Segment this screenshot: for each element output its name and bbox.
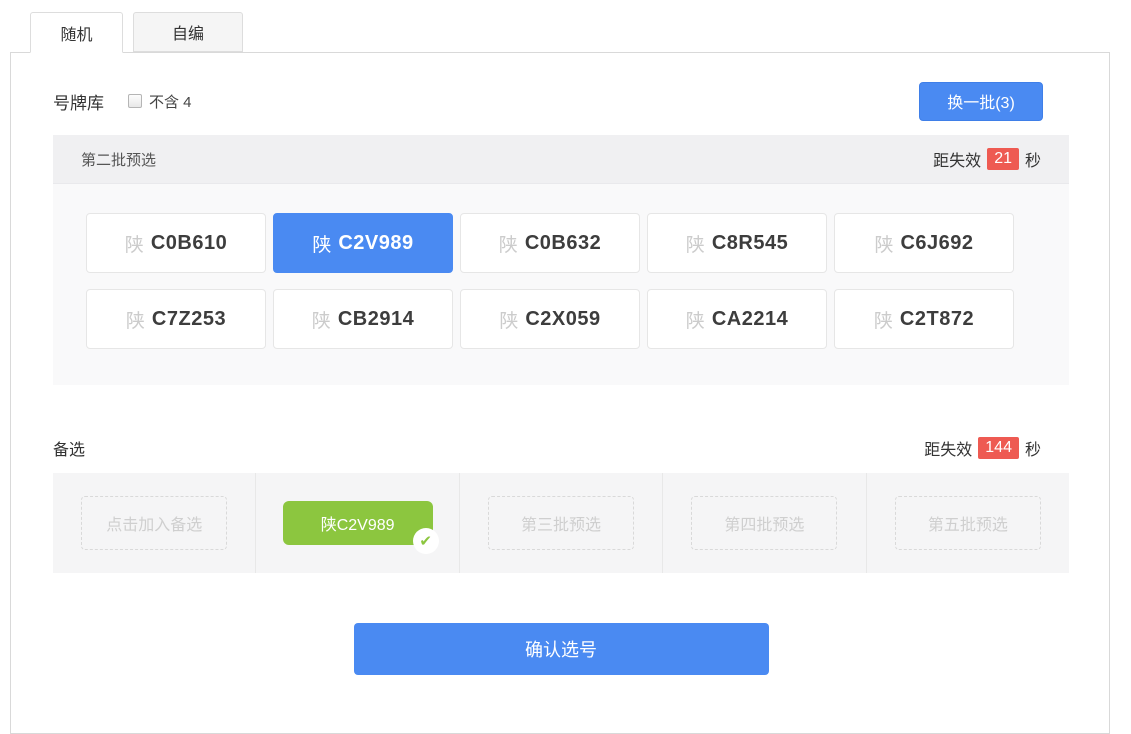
plate-province: 陕 <box>125 230 144 257</box>
plate-province: 陕 <box>874 230 893 257</box>
plate-province: 陕 <box>499 230 518 257</box>
main-panel: 号牌库 不含 4 换一批(3) 第二批预选 距失效 21 秒 <box>10 52 1110 734</box>
confirm-selection-button[interactable]: 确认选号 <box>354 623 769 675</box>
backup-slot-label: 第五批预选 <box>928 517 1008 534</box>
plate-number: C2T872 <box>900 308 974 331</box>
backup-slot: 第五批预选 <box>866 473 1069 573</box>
backup-slot-button[interactable]: 第三批预选 <box>488 496 634 550</box>
plate-card[interactable]: 陕 C0B610 <box>86 213 266 273</box>
batch-section: 第二批预选 距失效 21 秒 陕 C0B610 陕 C2V989 <box>53 135 1069 385</box>
exclude-4-checkbox[interactable] <box>128 94 142 108</box>
backup-slot-label: 陕C2V989 <box>321 511 395 535</box>
plate-province: 陕 <box>686 230 705 257</box>
plate-number: C2V989 <box>338 232 413 255</box>
plate-number: C2X059 <box>525 308 600 331</box>
toolbar: 号牌库 不含 4 换一批(3) <box>53 81 1069 121</box>
plate-province: 陕 <box>312 230 331 257</box>
backup-slot: 第四批预选 <box>662 473 865 573</box>
plate-province: 陕 <box>499 306 518 333</box>
plate-number: C0B632 <box>525 232 601 255</box>
plate-selection-page: 随机 自编 号牌库 不含 4 换一批(3) 第二批预选 距失效 21 秒 <box>0 0 1131 734</box>
plate-card[interactable]: 陕 C2V989 <box>273 213 453 273</box>
batch-header: 第二批预选 距失效 21 秒 <box>53 135 1069 184</box>
tab-bar: 随机 自编 <box>0 0 1131 52</box>
plate-grid: 陕 C0B610 陕 C2V989 陕 C0B632 陕 <box>53 184 1069 385</box>
tab-custom[interactable]: 自编 <box>133 12 243 52</box>
exclude-4-label: 不含 4 <box>149 91 192 112</box>
backup-slot-label: 点击加入备选 <box>106 517 202 534</box>
refresh-batch-button[interactable]: 换一批(3) <box>919 82 1043 121</box>
plate-province: 陕 <box>874 306 893 333</box>
plate-card[interactable]: 陕 CA2214 <box>647 289 827 349</box>
plate-card[interactable]: 陕 C6J692 <box>834 213 1014 273</box>
plate-number: CB2914 <box>338 308 414 331</box>
plate-number: C6J692 <box>900 232 973 255</box>
backup-slot: 第三批预选 <box>459 473 662 573</box>
plate-province: 陕 <box>126 306 145 333</box>
batch-title: 第二批预选 <box>81 149 156 170</box>
batch-expiry: 距失效 21 秒 <box>933 147 1041 171</box>
backup-slot-button[interactable]: 陕C2V989 ✔ <box>283 501 433 545</box>
check-icon: ✔ <box>413 528 439 554</box>
plate-number: C7Z253 <box>152 308 226 331</box>
plate-number: C8R545 <box>712 232 788 255</box>
plate-number: C0B610 <box>151 232 227 255</box>
plate-province: 陕 <box>312 306 331 333</box>
tab-random[interactable]: 随机 <box>30 12 123 53</box>
backup-slot-button[interactable]: 第五批预选 <box>895 496 1041 550</box>
backup-expiry-prefix: 距失效 <box>924 436 972 460</box>
backup-slot: 点击加入备选 <box>53 473 255 573</box>
batch-expiry-prefix: 距失效 <box>933 147 981 171</box>
batch-expiry-seconds-badge: 21 <box>987 148 1019 170</box>
backup-slot-row: 点击加入备选 陕C2V989 ✔ 第三批预选 <box>53 473 1069 573</box>
backup-slot-button[interactable]: 点击加入备选 <box>81 496 227 550</box>
backup-slot: 陕C2V989 ✔ <box>255 473 458 573</box>
backup-expiry: 距失效 144 秒 <box>924 436 1041 460</box>
backup-slot-label: 第三批预选 <box>521 517 601 534</box>
backup-slot-button[interactable]: 第四批预选 <box>691 496 837 550</box>
backup-header: 备选 距失效 144 秒 <box>53 435 1069 461</box>
library-label: 号牌库 <box>53 89 104 114</box>
plate-card[interactable]: 陕 C2X059 <box>460 289 640 349</box>
batch-expiry-suffix: 秒 <box>1025 147 1041 171</box>
plate-card[interactable]: 陕 CB2914 <box>273 289 453 349</box>
backup-expiry-suffix: 秒 <box>1025 436 1041 460</box>
plate-card[interactable]: 陕 C8R545 <box>647 213 827 273</box>
exclude-4-checkbox-group[interactable]: 不含 4 <box>128 91 192 112</box>
backup-expiry-seconds-badge: 144 <box>978 437 1019 459</box>
backup-title: 备选 <box>53 436 85 460</box>
plate-number: CA2214 <box>712 308 788 331</box>
plate-card[interactable]: 陕 C2T872 <box>834 289 1014 349</box>
plate-card[interactable]: 陕 C0B632 <box>460 213 640 273</box>
backup-slot-label: 第四批预选 <box>724 517 804 534</box>
plate-card[interactable]: 陕 C7Z253 <box>86 289 266 349</box>
plate-province: 陕 <box>686 306 705 333</box>
